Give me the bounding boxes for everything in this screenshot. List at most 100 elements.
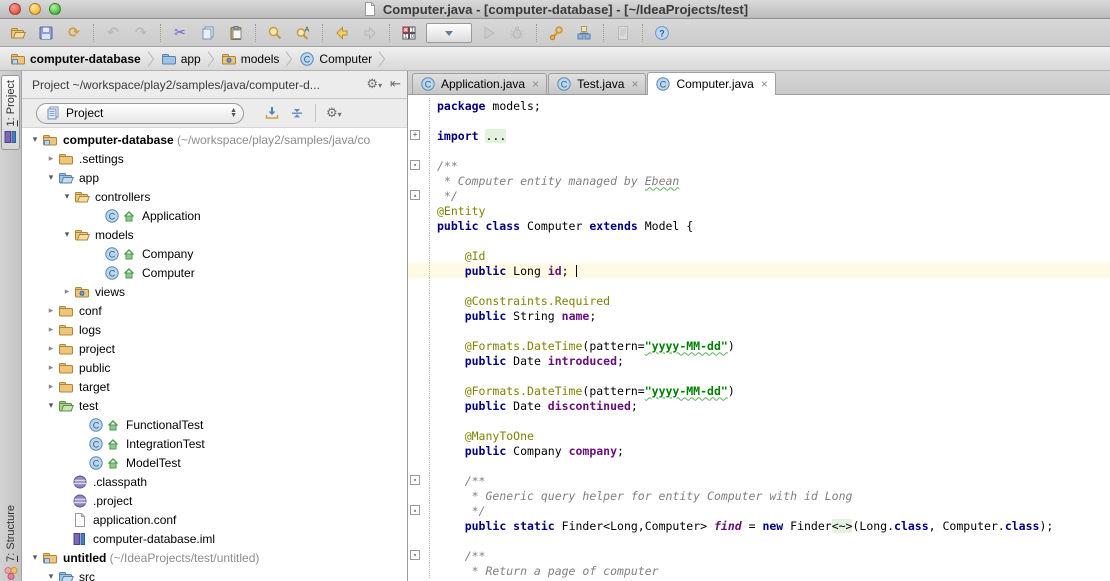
fold-marker[interactable]: ▾ <box>410 475 420 485</box>
code-line[interactable]: +import ... <box>408 128 1110 143</box>
tree-item-modeltest[interactable]: CModelTest <box>22 453 407 472</box>
breadcrumb-item-app[interactable]: app <box>159 51 203 67</box>
code-line[interactable] <box>408 413 1110 428</box>
breadcrumb-item-models[interactable]: models <box>219 51 282 67</box>
tree-item-application[interactable]: CApplication <box>22 206 407 225</box>
tree-item-public[interactable]: ▸public <box>22 358 407 377</box>
breadcrumb-item-computer-database[interactable]: computer-database <box>8 51 143 67</box>
tree-item-classpath[interactable]: .classpath <box>22 472 407 491</box>
paste-button[interactable] <box>223 21 249 45</box>
code-line[interactable]: public Date discontinued; <box>408 398 1110 413</box>
code-line[interactable] <box>408 323 1110 338</box>
code-line[interactable]: ▾ /** <box>408 548 1110 563</box>
back-button[interactable] <box>329 21 355 45</box>
hide-panel-icon[interactable]: ⇤ <box>390 78 401 91</box>
tree-item-views[interactable]: ▸views <box>22 282 407 301</box>
tool-window-tab-structure[interactable]: 7: Structure <box>1 501 20 581</box>
collapsed-arrow-icon[interactable]: ▸ <box>44 381 58 392</box>
expanded-arrow-icon[interactable]: ▾ <box>44 571 58 581</box>
find-button[interactable] <box>262 21 288 45</box>
redo-button[interactable]: ↷ <box>128 21 154 45</box>
tree-item-computer-database-iml[interactable]: computer-database.iml <box>22 529 407 548</box>
tree-item-conf[interactable]: ▸conf <box>22 301 407 320</box>
tab-test-java[interactable]: CTest.java× <box>548 73 646 94</box>
code-line[interactable]: public Date introduced; <box>408 353 1110 368</box>
project-view-select[interactable]: Project ▲▼ <box>36 103 244 124</box>
code-line[interactable]: ▴ */ <box>408 503 1110 518</box>
tree-item-application-conf[interactable]: application.conf <box>22 510 407 529</box>
panel-settings-icon[interactable]: ⚙▾ <box>326 107 342 120</box>
forward-button[interactable] <box>357 21 383 45</box>
tree-item-untitled[interactable]: ▾untitled (~/IdeaProjects/test/untitled) <box>22 548 407 567</box>
code-line[interactable]: @Id <box>408 248 1110 263</box>
tab-computer-java[interactable]: CComputer.java× <box>647 72 775 95</box>
fold-marker[interactable]: ▾ <box>410 160 420 170</box>
copy-button[interactable] <box>195 21 221 45</box>
code-line[interactable]: public class Computer extends Model { <box>408 218 1110 233</box>
tree-item-functionaltest[interactable]: CFunctionalTest <box>22 415 407 434</box>
close-icon[interactable]: × <box>631 77 638 91</box>
breadcrumb-item-computer[interactable]: CComputer <box>297 51 374 67</box>
tree-item-target[interactable]: ▸target <box>22 377 407 396</box>
tree-item-integrationtest[interactable]: CIntegrationTest <box>22 434 407 453</box>
code-line[interactable] <box>408 143 1110 158</box>
code-line[interactable]: * Generic query helper for entity Comput… <box>408 488 1110 503</box>
code-line[interactable]: public String name; <box>408 308 1110 323</box>
close-window-button[interactable] <box>9 3 21 15</box>
fold-marker[interactable]: ▴ <box>410 190 420 200</box>
expanded-arrow-icon[interactable]: ▾ <box>44 172 58 183</box>
run-button[interactable] <box>476 21 502 45</box>
tree-item-controllers[interactable]: ▾controllers <box>22 187 407 206</box>
tool-window-tab-project[interactable]: 1: Project <box>1 75 20 150</box>
code-line[interactable]: ▴ */ <box>408 188 1110 203</box>
code-line[interactable] <box>408 113 1110 128</box>
expanded-arrow-icon[interactable]: ▾ <box>60 191 74 202</box>
project-structure-button[interactable] <box>571 21 597 45</box>
export-settings-button[interactable] <box>610 21 636 45</box>
run-configurations-select[interactable] <box>426 23 472 43</box>
code-line[interactable] <box>408 233 1110 248</box>
code-line[interactable]: @Formats.DateTime(pattern="yyyy-MM-dd") <box>408 383 1110 398</box>
collapsed-arrow-icon[interactable]: ▸ <box>44 305 58 316</box>
code-line[interactable]: public static Finder<Long,Computer> find… <box>408 518 1110 533</box>
open-button[interactable] <box>5 21 31 45</box>
collapse-all-icon[interactable] <box>289 105 305 121</box>
code-line[interactable]: @Formats.DateTime(pattern="yyyy-MM-dd") <box>408 338 1110 353</box>
collapsed-arrow-icon[interactable]: ▸ <box>44 153 58 164</box>
settings-button[interactable] <box>543 21 569 45</box>
gear-icon[interactable]: ⚙▾ <box>366 78 382 91</box>
help-button[interactable]: ? <box>649 21 675 45</box>
scroll-from-source-icon[interactable] <box>264 105 280 121</box>
code-line[interactable] <box>408 368 1110 383</box>
expanded-arrow-icon[interactable]: ▾ <box>28 552 42 563</box>
code-line[interactable]: public Company company; <box>408 443 1110 458</box>
code-line[interactable]: package models; <box>408 98 1110 113</box>
code-line[interactable]: ▾ /** <box>408 473 1110 488</box>
cut-button[interactable]: ✂ <box>167 21 193 45</box>
expanded-arrow-icon[interactable]: ▾ <box>60 229 74 240</box>
tree-item-project[interactable]: .project <box>22 491 407 510</box>
code-editor[interactable]: package models;+import ...▾/** * Compute… <box>408 95 1110 581</box>
close-icon[interactable]: × <box>532 77 539 91</box>
code-line[interactable] <box>408 278 1110 293</box>
code-line[interactable]: @Constraints.Required <box>408 293 1110 308</box>
code-line[interactable]: @Entity <box>408 203 1110 218</box>
expanded-arrow-icon[interactable]: ▾ <box>28 134 42 145</box>
tab-application-java[interactable]: CApplication.java× <box>412 73 547 94</box>
collapsed-arrow-icon[interactable]: ▸ <box>44 343 58 354</box>
tree-item-app[interactable]: ▾app <box>22 168 407 187</box>
minimize-window-button[interactable] <box>29 3 41 15</box>
collapsed-arrow-icon[interactable]: ▸ <box>44 324 58 335</box>
code-line[interactable]: @ManyToOne <box>408 428 1110 443</box>
tree-item-computer[interactable]: CComputer <box>22 263 407 282</box>
code-line[interactable] <box>408 533 1110 548</box>
synchronize-button[interactable]: ⟳ <box>61 21 87 45</box>
tree-item-project[interactable]: ▸project <box>22 339 407 358</box>
compile-button[interactable]: 110 <box>396 21 422 45</box>
undo-button[interactable]: ↶ <box>100 21 126 45</box>
collapsed-arrow-icon[interactable]: ▸ <box>60 286 74 297</box>
tree-item-computer-database[interactable]: ▾computer-database (~/workspace/play2/sa… <box>22 130 407 149</box>
fold-marker[interactable]: ▴ <box>410 505 420 515</box>
tree-item-logs[interactable]: ▸logs <box>22 320 407 339</box>
close-icon[interactable]: × <box>761 77 768 91</box>
